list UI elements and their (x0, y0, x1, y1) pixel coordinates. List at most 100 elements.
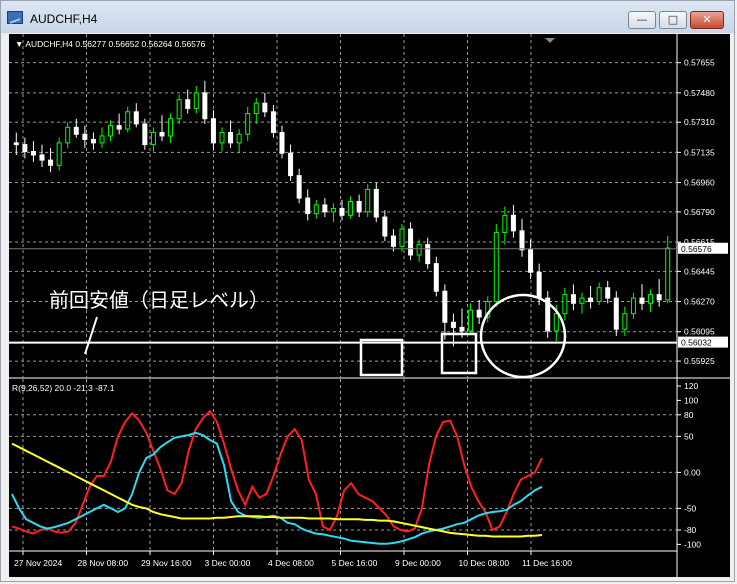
candle-body (236, 133, 242, 144)
candle-body (13, 142, 19, 146)
mt4-chart-window: AUDCHF,H4 — □ ✕ ▼ AUDCHF,H4 0.56277 0.56… (0, 0, 735, 582)
candle-body (459, 326, 465, 332)
oscillator-tick-label: 100 (684, 395, 698, 405)
time-tick-label: 9 Dec 00:00 (395, 558, 441, 568)
candle-body (176, 99, 182, 120)
price-tick-label: 0.56095 (684, 327, 715, 337)
candle-body (133, 111, 139, 125)
candle-body (279, 132, 285, 154)
highlight-box-2 (440, 332, 478, 375)
oscillator-tick-label: 50 (684, 431, 694, 441)
chart-app-icon (7, 11, 23, 24)
price-tick-label: 0.57135 (684, 147, 715, 157)
candle-body (348, 201, 354, 216)
candle-body (82, 133, 88, 140)
chart-area[interactable]: ▼ AUDCHF,H4 0.56277 0.56652 0.56264 0.56… (9, 34, 730, 577)
candle-body (116, 125, 122, 130)
shift-marker-icon[interactable] (545, 38, 555, 43)
time-tick-label: 27 Nov 2024 (14, 558, 62, 568)
candle-body (30, 150, 36, 156)
candle-body (528, 249, 534, 273)
candle-body (39, 154, 45, 161)
candle-body (339, 207, 345, 216)
oscillator-tick-label: 80 (684, 410, 694, 420)
candle-body (48, 159, 54, 166)
price-axis[interactable]: 0.57655 0.57480 0.57310 0.57135 0.56960 0.567… (677, 58, 715, 366)
time-tick-label: 5 Dec 16:00 (332, 558, 378, 568)
candle-body (288, 152, 294, 177)
oscillator-axis[interactable]: 120 100 80 50 0.00 -50 -80 -100 (677, 381, 701, 549)
candle-body (253, 102, 259, 115)
candle-body (399, 228, 405, 247)
candle-body (390, 235, 396, 247)
candle-body (56, 142, 62, 166)
candle-body (305, 197, 311, 215)
candle-body (356, 201, 362, 213)
candle-body (630, 297, 636, 315)
candle-body (270, 111, 276, 134)
price-tick-label: 0.56790 (684, 207, 715, 217)
candle-body (99, 135, 105, 144)
window-titlebar[interactable]: AUDCHF,H4 — □ ✕ (1, 1, 734, 33)
candle-body (536, 271, 542, 299)
candle-body (493, 232, 499, 303)
candle-body (313, 204, 319, 215)
candle-body (90, 138, 96, 144)
time-tick-label: 11 Dec 16:00 (522, 558, 572, 568)
candle-body (168, 118, 174, 137)
close-button[interactable]: ✕ (690, 11, 724, 29)
candle-body (73, 126, 79, 135)
candle-body (639, 297, 645, 304)
candle-body (416, 244, 422, 256)
price-tick-label: 0.57655 (684, 58, 715, 68)
current-price-label: 0.56576 (681, 244, 712, 254)
price-tick-label: 0.56270 (684, 297, 715, 307)
chart-canvas[interactable]: ▼ AUDCHF,H4 0.56277 0.56652 0.56264 0.56… (9, 34, 730, 577)
chart-header: ▼ AUDCHF,H4 0.56277 0.56652 0.56264 0.56… (15, 39, 206, 49)
time-axis[interactable]: 27 Nov 2024 28 Nov 08:00 29 Nov 16:00 3 Dec… (14, 551, 572, 568)
price-tick-label: 0.56445 (684, 266, 715, 276)
highlight-circle (479, 293, 567, 379)
time-tick-label: 4 Dec 08:00 (268, 558, 314, 568)
oscillator-tick-label: 0.00 (684, 467, 701, 477)
candle-body (219, 132, 225, 144)
candle-body (502, 214, 508, 234)
candle-body (579, 297, 585, 304)
minimize-button[interactable]: — (628, 11, 656, 29)
support-price-label: 0.56032 (681, 338, 712, 348)
candle-body (588, 297, 594, 303)
candle-body (296, 175, 302, 199)
price-tick-label: 0.57310 (684, 117, 715, 127)
candle-body (408, 228, 414, 256)
candle-body (150, 132, 156, 146)
candle-body (159, 132, 165, 137)
candle-body (245, 113, 251, 135)
time-tick-label: 10 Dec 08:00 (459, 558, 510, 568)
candle-body (65, 126, 71, 144)
candle-body (373, 188, 379, 218)
candle-body (262, 102, 268, 113)
candle-body (442, 290, 448, 323)
candle-body (108, 125, 114, 137)
time-tick-label: 29 Nov 16:00 (141, 558, 192, 568)
candle-body (330, 207, 336, 213)
candle-body (519, 230, 525, 251)
candle-body (193, 92, 199, 109)
price-tick-label: 0.57480 (684, 88, 715, 98)
candle-body (468, 309, 474, 332)
candle-body (553, 313, 559, 332)
candle-body (322, 204, 328, 213)
maximize-button[interactable]: □ (659, 11, 687, 29)
candle-body (433, 263, 439, 292)
oscillator-tick-label: -80 (684, 525, 697, 535)
oscillator-tick-label: -50 (684, 503, 697, 513)
oscillator-tick-label: -100 (684, 539, 701, 549)
candle-body (562, 294, 568, 315)
candle-body (202, 92, 208, 120)
chart-header-arrow-icon: ▼ (15, 39, 25, 49)
candle-body (510, 214, 516, 232)
candle-body (185, 99, 191, 109)
time-tick-label: 28 Nov 08:00 (78, 558, 129, 568)
candle-body (382, 216, 388, 237)
candle-body (476, 309, 482, 318)
